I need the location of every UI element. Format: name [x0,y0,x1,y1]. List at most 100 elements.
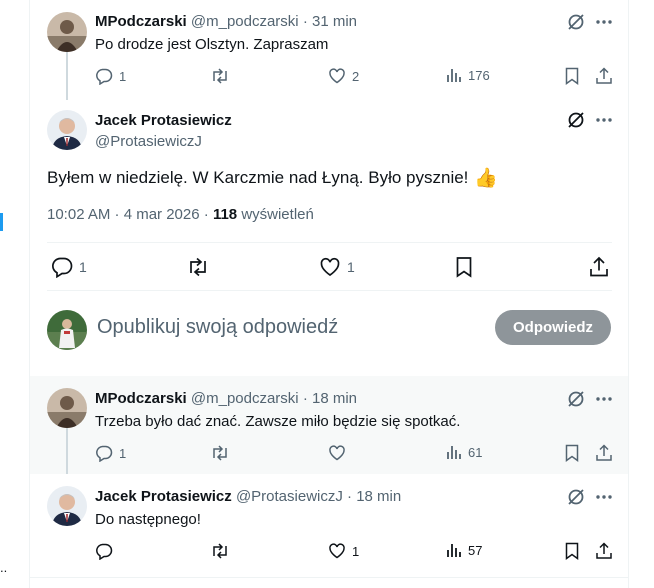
separator-dot: · [302,390,308,407]
post-text-body: Byłem w niedzielę. W Karczmie nad Łyną. … [47,168,469,187]
view-count: 61 [468,444,483,460]
comment-icon [52,257,73,278]
views-count: 118 [212,206,238,223]
repost-icon [213,445,227,461]
share-icon[interactable] [595,67,613,85]
grok-icon[interactable] [567,488,585,506]
thread-line [66,428,68,474]
heart-icon [329,445,345,461]
post-timestamp[interactable]: 10:02 AM · 4 mar 2026 [47,206,200,223]
more-options-icon[interactable] [594,389,614,409]
views-action[interactable]: 61 [446,444,482,460]
repost-action[interactable] [210,542,230,560]
reply-count: 1 [119,68,127,84]
comment-icon [96,68,113,85]
grok-icon[interactable] [567,111,585,129]
reply-text: Po drodze jest Olsztyn. Zapraszam [95,36,329,53]
reply-text: Trzeba było dać znać. Zawsze miło będzie… [95,413,461,430]
author-name[interactable]: MPodczarski [95,13,187,30]
views-action[interactable]: 176 [446,67,490,83]
divider [47,290,612,291]
heart-icon [320,257,340,277]
reply-post[interactable]: Jacek Protasiewicz @ProtasiewiczJ · 18 m… [30,474,628,588]
reply-action[interactable]: 1 [95,67,126,85]
reply-header: MPodczarski @m_podczarski · 18 min [95,390,357,407]
view-count: 176 [468,67,490,83]
thumbs-up-emoji: 👍 [474,168,499,189]
author-handle[interactable]: @ProtasiewiczJ [95,133,202,150]
reply-post[interactable]: MPodczarski @m_podczarski · 31 min Po dr… [30,0,628,100]
like-action[interactable]: 1 [328,542,359,560]
view-count: 57 [468,542,483,558]
post-text: Byłem w niedzielę. W Karczmie nad Łyną. … [47,166,498,190]
author-name[interactable]: Jacek Protasiewicz [95,112,232,129]
separator-dot: · [302,13,308,30]
repost-action[interactable] [186,256,210,278]
avatar[interactable] [47,388,87,428]
reply-text: Do następnego! [95,511,201,528]
reply-action[interactable]: 1 [51,256,87,278]
sidebar-active-indicator [0,213,3,231]
bookmark-icon[interactable] [564,444,580,462]
conversation-column: MPodczarski @m_podczarski · 31 min Po dr… [29,0,629,588]
heart-icon [329,68,345,84]
avatar[interactable] [47,12,87,52]
more-options-icon[interactable] [594,487,614,507]
more-options-icon[interactable] [594,12,614,32]
like-action[interactable] [328,444,352,462]
divider [30,577,628,578]
like-action[interactable]: 1 [319,256,355,278]
bookmark-icon[interactable] [564,67,580,85]
views-label: wyświetleń [241,206,314,223]
grok-icon[interactable] [567,390,585,408]
reply-header: MPodczarski @m_podczarski · 31 min [95,13,357,30]
repost-action[interactable] [210,444,230,462]
bookmark-icon[interactable] [455,256,473,278]
repost-icon [190,257,206,277]
share-icon[interactable] [595,542,613,560]
avatar [47,310,87,350]
thread-line [66,52,68,100]
grok-icon[interactable] [567,13,585,31]
analytics-icon [447,446,461,459]
comment-icon [96,445,113,462]
like-action[interactable]: 2 [328,67,359,85]
like-count: 1 [347,259,355,275]
reply-button[interactable]: Odpowiedz [495,310,611,345]
post-time[interactable]: 31 min [312,13,357,30]
reply-header: Jacek Protasiewicz @ProtasiewiczJ · 18 m… [95,488,401,505]
post-time[interactable]: 18 min [356,488,401,505]
share-icon[interactable] [588,256,610,278]
author-name[interactable]: Jacek Protasiewicz [95,488,232,505]
repost-icon [213,68,227,84]
reply-post[interactable]: MPodczarski @m_podczarski · 18 min Trzeb… [30,376,628,474]
author-handle[interactable]: @ProtasiewiczJ [236,488,343,505]
separator-dot: · [347,488,353,505]
reply-count: 1 [119,445,127,461]
post-meta: 10:02 AM · 4 mar 2026 · 118 wyświetleń [47,206,314,223]
repost-icon [213,543,227,559]
analytics-icon [447,69,461,82]
post-time[interactable]: 18 min [312,390,357,407]
avatar[interactable] [47,110,87,150]
like-count: 2 [352,68,360,84]
separator-dot: · [203,206,209,223]
reply-input[interactable]: Opublikuj swoją odpowiedź [97,316,338,339]
avatar[interactable] [47,486,87,526]
reply-count: 1 [79,259,87,275]
like-count: 1 [352,543,360,559]
reply-action[interactable]: 1 [95,444,126,462]
author-name[interactable]: MPodczarski [95,390,187,407]
author-handle[interactable]: @m_podczarski [191,13,299,30]
more-options-icon[interactable] [594,110,614,130]
repost-action[interactable] [210,67,230,85]
sidebar-truncated-text: .. [0,560,8,575]
comment-icon [96,543,113,560]
reply-action[interactable] [95,542,119,560]
share-icon[interactable] [595,444,613,462]
analytics-icon [447,544,461,557]
views-action[interactable]: 57 [446,542,482,558]
bookmark-icon[interactable] [564,542,580,560]
divider [47,242,612,243]
author-handle[interactable]: @m_podczarski [191,390,299,407]
